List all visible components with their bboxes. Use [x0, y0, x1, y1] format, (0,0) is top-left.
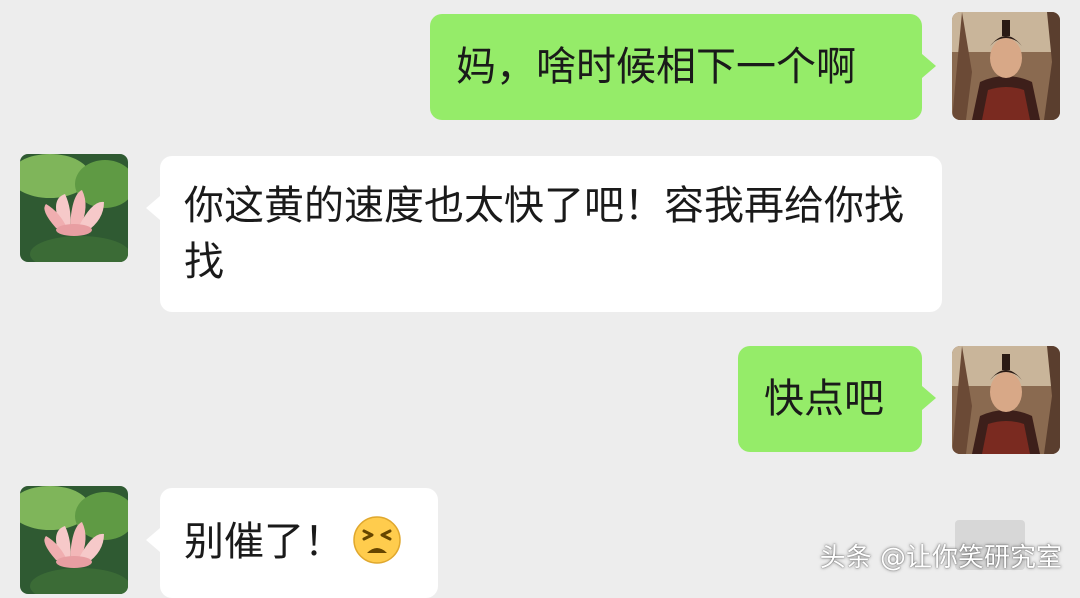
bubble-tail: [922, 54, 936, 78]
warrior-portrait-avatar-icon: [952, 12, 1060, 120]
tired-face-emoji-icon: [352, 515, 402, 565]
bubble-tail: [146, 196, 160, 220]
message-bubble-outgoing[interactable]: 快点吧: [738, 346, 922, 452]
message-text: 快点吧: [764, 376, 884, 422]
warrior-portrait-avatar-icon: [952, 346, 1060, 454]
avatar-other[interactable]: [20, 486, 128, 594]
message-text: 别催了！: [184, 519, 344, 565]
bubble-tail: [922, 386, 936, 410]
lotus-flower-avatar-icon: [20, 154, 128, 262]
message-bubble-outgoing[interactable]: 妈，啥时候相下一个啊: [430, 14, 922, 120]
bubble-tail: [146, 528, 160, 552]
message-bubble-incoming[interactable]: 你这黄的速度也太快了吧！容我再给你找找: [160, 156, 942, 312]
message-text: 你这黄的速度也太快了吧！容我再给你找找: [184, 183, 904, 285]
message-bubble-incoming[interactable]: 别催了！: [160, 488, 438, 598]
avatar-other[interactable]: [20, 154, 128, 262]
watermark-text: 头条 @让你笑研究室: [819, 543, 1062, 573]
avatar-self[interactable]: [952, 346, 1060, 454]
lotus-flower-avatar-icon: [20, 486, 128, 594]
message-text: 妈，啥时候相下一个啊: [456, 44, 856, 90]
avatar-self[interactable]: [952, 12, 1060, 120]
